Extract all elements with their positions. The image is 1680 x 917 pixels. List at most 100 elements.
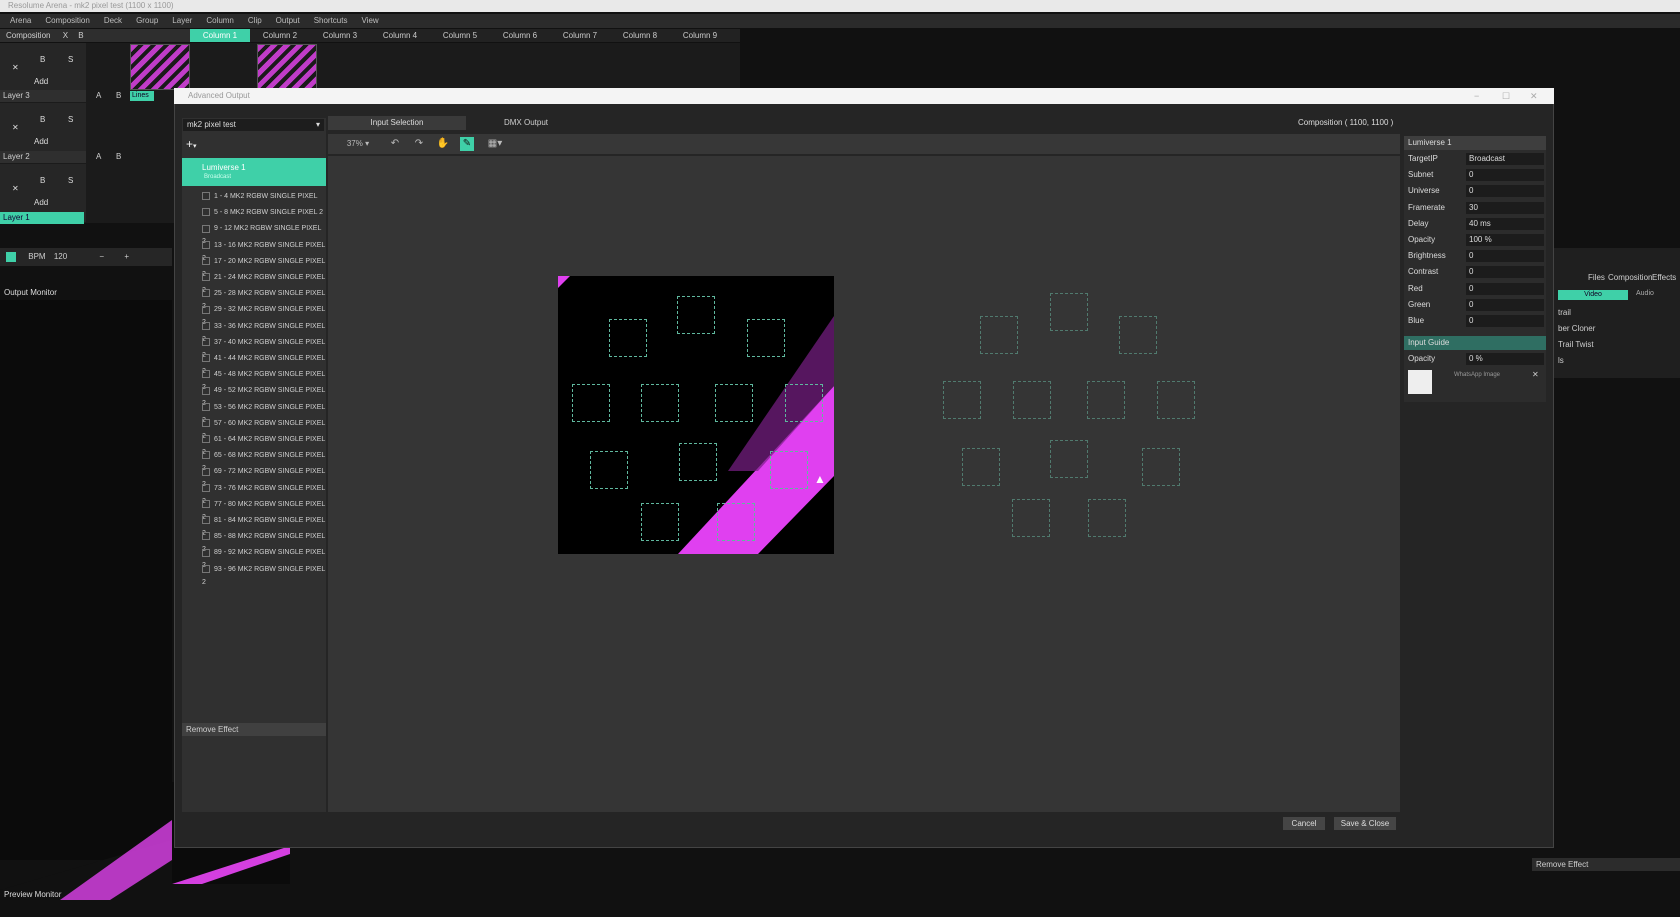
fixture-checkbox[interactable]: [202, 548, 210, 557]
edit-icon[interactable]: ✎: [460, 137, 474, 151]
layer-1-bypass-button[interactable]: B: [40, 176, 45, 185]
property-value[interactable]: 0: [1466, 250, 1544, 263]
fixture-item[interactable]: 69 - 72 MK2 RGBW SINGLE PIXEL 2: [202, 465, 326, 488]
layer-2-bypass-button[interactable]: B: [40, 115, 45, 124]
fixture-item[interactable]: 25 - 28 MK2 RGBW SINGLE PIXEL 2: [202, 287, 326, 310]
fixture-item[interactable]: 41 - 44 MK2 RGBW SINGLE PIXEL 2: [202, 352, 326, 375]
fixture-checkbox[interactable]: [202, 386, 210, 395]
save-close-button[interactable]: Save & Close: [1334, 817, 1396, 830]
output-pixel-fixture[interactable]: [1088, 499, 1126, 537]
fixture-checkbox[interactable]: [202, 451, 210, 460]
output-pixel-fixture[interactable]: [962, 448, 1000, 486]
effect-item[interactable]: trail: [1558, 308, 1571, 317]
property-value[interactable]: 0: [1466, 266, 1544, 279]
preset-select[interactable]: mk2 pixel test ▾: [183, 119, 324, 131]
fixture-item[interactable]: 45 - 48 MK2 RGBW SINGLE PIXEL 2: [202, 368, 326, 391]
layer-1-add-button[interactable]: Add: [34, 198, 48, 207]
menu-arena[interactable]: Arena: [10, 14, 31, 28]
fixture-checkbox[interactable]: [202, 499, 210, 508]
layer-3-solo-button[interactable]: S: [68, 55, 73, 64]
undo-icon[interactable]: ↶: [388, 137, 402, 151]
pixel-fixture[interactable]: [572, 384, 610, 422]
column-4-button[interactable]: Column 4: [370, 29, 430, 42]
fixture-item[interactable]: 85 - 88 MK2 RGBW SINGLE PIXEL 2: [202, 530, 326, 553]
pixel-fixture[interactable]: [717, 503, 755, 541]
effect-item[interactable]: ls: [1558, 356, 1564, 365]
fixture-checkbox[interactable]: [202, 516, 210, 525]
property-value[interactable]: 0: [1466, 315, 1544, 327]
output-pixel-fixture[interactable]: [1119, 316, 1157, 354]
guide-clear-icon[interactable]: ✕: [1532, 370, 1539, 379]
redo-icon[interactable]: ↷: [412, 137, 426, 151]
browser-remove-effect[interactable]: Remove Effect: [1532, 858, 1680, 871]
property-value[interactable]: 0: [1466, 169, 1544, 182]
fixture-item[interactable]: 37 - 40 MK2 RGBW SINGLE PIXEL 2: [202, 336, 326, 359]
fixture-item[interactable]: 93 - 96 MK2 RGBW SINGLE PIXEL 2: [202, 563, 326, 586]
fixture-item[interactable]: 5 - 8 MK2 RGBW SINGLE PIXEL 2: [202, 206, 326, 219]
fixture-item[interactable]: 21 - 24 MK2 RGBW SINGLE PIXEL 2: [202, 271, 326, 294]
fixture-checkbox[interactable]: [202, 208, 210, 217]
fixture-item[interactable]: 33 - 36 MK2 RGBW SINGLE PIXEL 2: [202, 320, 326, 343]
tab-audio[interactable]: Audio: [1636, 290, 1654, 297]
menu-composition[interactable]: Composition: [45, 14, 89, 28]
pixel-fixture[interactable]: [715, 384, 753, 422]
grid-icon[interactable]: ▦▾: [484, 137, 506, 151]
tab-effects[interactable]: Effects: [1652, 273, 1676, 282]
column-1-button[interactable]: Column 1: [190, 29, 250, 42]
property-row[interactable]: Opacity 100 %: [1404, 233, 1546, 247]
property-row[interactable]: TargetIP Broadcast: [1404, 152, 1546, 166]
layer-1-solo-button[interactable]: S: [68, 176, 73, 185]
fixture-checkbox[interactable]: [202, 321, 210, 330]
layer-3-label[interactable]: Layer 3 A B: [0, 90, 121, 102]
composition-label[interactable]: Composition X B: [0, 29, 190, 42]
property-row[interactable]: Red 0: [1404, 282, 1546, 296]
column-8-button[interactable]: Column 8: [610, 29, 670, 42]
layer-2-add-button[interactable]: Add: [34, 137, 48, 146]
fixture-item[interactable]: 77 - 80 MK2 RGBW SINGLE PIXEL 2: [202, 498, 326, 521]
bpm-minus-button[interactable]: −: [99, 252, 104, 261]
fixture-item[interactable]: 13 - 16 MK2 RGBW SINGLE PIXEL 2: [202, 239, 326, 262]
menu-column[interactable]: Column: [206, 14, 234, 28]
fixture-item[interactable]: 17 - 20 MK2 RGBW SINGLE PIXEL 2: [202, 255, 326, 278]
fixture-checkbox[interactable]: [202, 370, 210, 379]
hand-icon[interactable]: ✋: [436, 137, 450, 151]
fixture-checkbox[interactable]: [202, 289, 210, 298]
menu-layer[interactable]: Layer: [172, 14, 192, 28]
fixture-item[interactable]: 53 - 56 MK2 RGBW SINGLE PIXEL 2: [202, 401, 326, 424]
menu-view[interactable]: View: [361, 14, 378, 28]
fixture-checkbox[interactable]: [202, 564, 210, 573]
layer-3-add-button[interactable]: Add: [34, 77, 48, 86]
pixel-fixture[interactable]: [641, 384, 679, 422]
property-row[interactable]: Brightness 0: [1404, 249, 1546, 263]
layer-3-clear-button[interactable]: ✕: [12, 63, 19, 72]
layer-2-b-button[interactable]: B: [116, 151, 121, 163]
layer-2-clear-button[interactable]: ✕: [12, 123, 19, 132]
column-3-button[interactable]: Column 3: [310, 29, 370, 42]
column-2-button[interactable]: Column 2: [250, 29, 310, 42]
fixture-item[interactable]: 73 - 76 MK2 RGBW SINGLE PIXEL 2: [202, 482, 326, 505]
tab-dmx-output[interactable]: DMX Output: [466, 116, 586, 130]
pixel-fixture[interactable]: [785, 384, 823, 422]
add-fixture-button[interactable]: +▾: [186, 137, 197, 151]
pixel-fixture[interactable]: [609, 319, 647, 357]
output-pixel-fixture[interactable]: [1087, 381, 1125, 419]
output-pixel-fixture[interactable]: [1142, 448, 1180, 486]
fixture-item[interactable]: 89 - 92 MK2 RGBW SINGLE PIXEL 2: [202, 546, 326, 569]
fixture-checkbox[interactable]: [202, 256, 210, 265]
property-row[interactable]: Universe 0: [1404, 184, 1546, 198]
property-row[interactable]: Subnet 0: [1404, 168, 1546, 182]
property-row[interactable]: Delay 40 ms: [1404, 217, 1546, 231]
fixture-checkbox[interactable]: [202, 483, 210, 492]
guide-opacity-value[interactable]: 0 %: [1466, 353, 1544, 365]
output-pixel-fixture[interactable]: [943, 381, 981, 419]
tab-input-selection[interactable]: Input Selection: [328, 116, 466, 130]
remove-effect-button[interactable]: Remove Effect: [182, 723, 326, 736]
fixture-item[interactable]: 1 - 4 MK2 RGBW SINGLE PIXEL: [202, 190, 326, 203]
layer-2-solo-button[interactable]: S: [68, 115, 73, 124]
fixture-checkbox[interactable]: [202, 435, 210, 444]
tab-files[interactable]: Files: [1588, 273, 1605, 282]
column-6-button[interactable]: Column 6: [490, 29, 550, 42]
input-canvas[interactable]: [328, 156, 1400, 812]
output-pixel-fixture[interactable]: [1157, 381, 1195, 419]
tab-composition[interactable]: Composition: [1608, 273, 1652, 282]
